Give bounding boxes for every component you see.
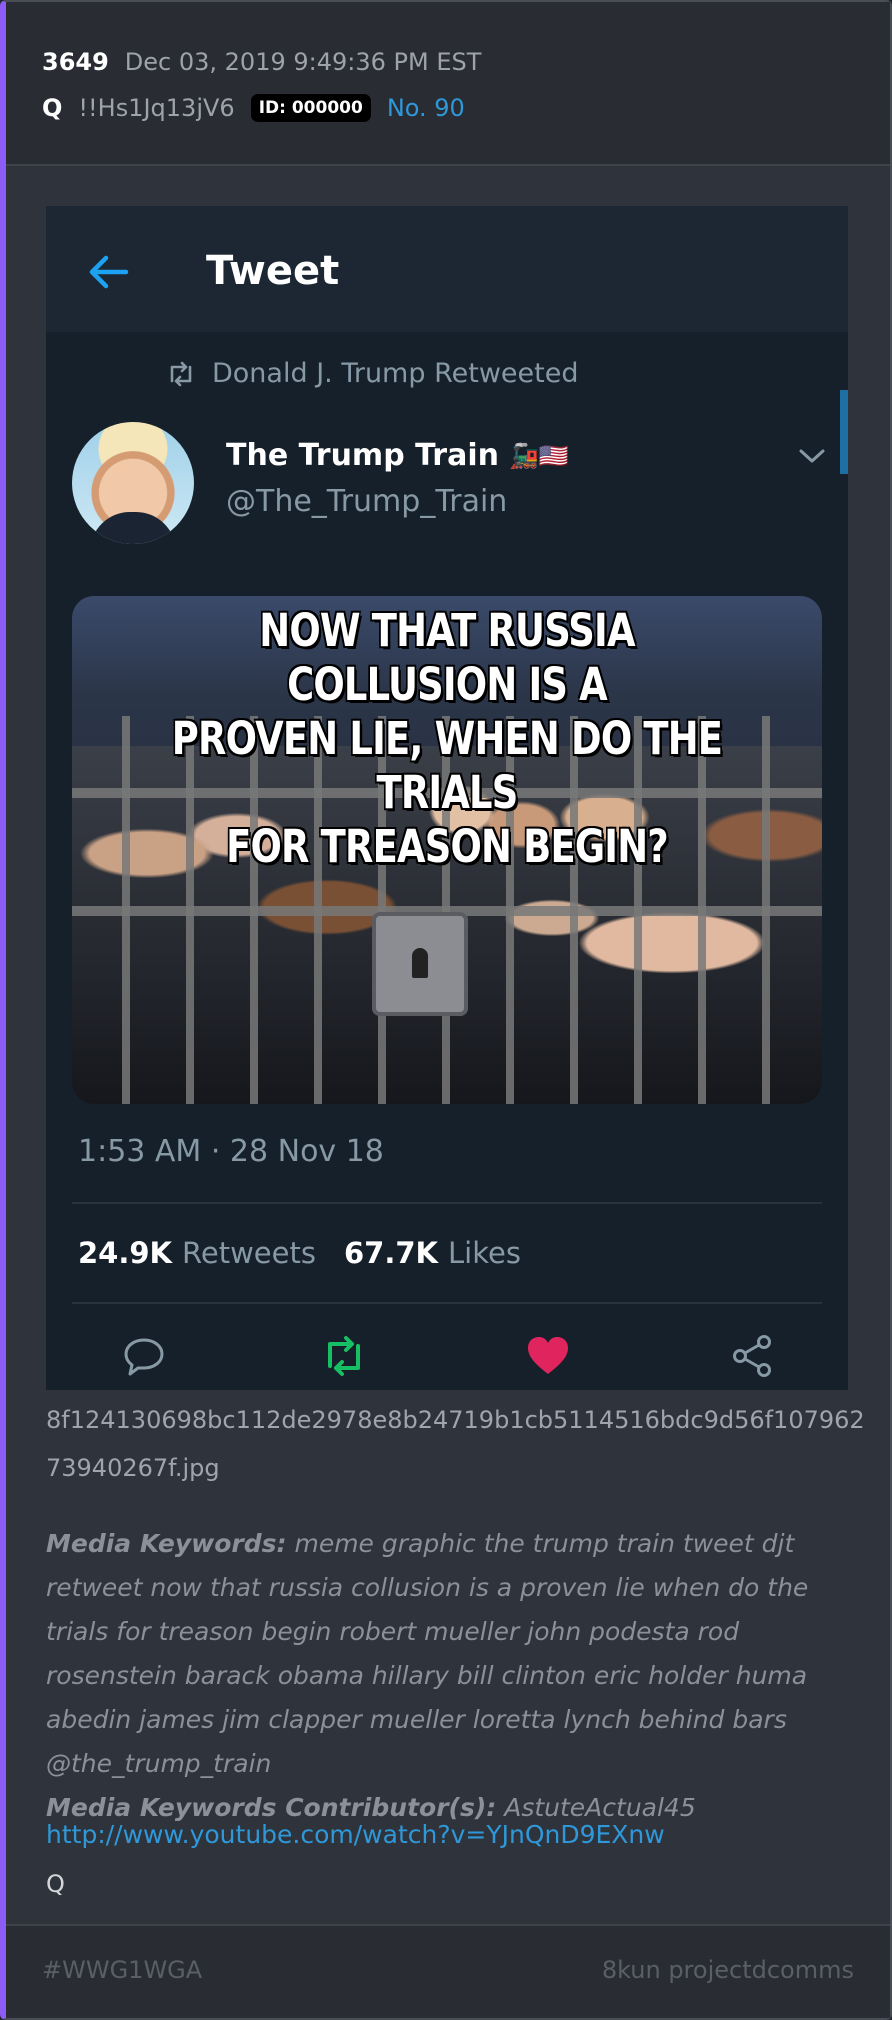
tweet-screenshot[interactable]: Tweet Donald J. Trump Retweeted The Trum… [46, 206, 848, 1390]
tweet-author-name-text: The Trump Train [226, 438, 499, 473]
media-keywords-label: Media Keywords: [46, 1529, 287, 1558]
id-badge: ID: 000000 [250, 94, 371, 122]
padlock-icon [372, 912, 468, 1016]
post-author-row: Q !!Hs1Jq13jV6 ID: 000000 No. 90 [42, 94, 465, 122]
retweets-count[interactable]: 24.9K [78, 1236, 172, 1270]
post-header: 3649 Dec 03, 2019 9:49:36 PM EST Q !!Hs1… [6, 2, 890, 166]
media-keywords-text: meme graphic the trump train tweet djt r… [46, 1529, 809, 1778]
divider [72, 1302, 822, 1304]
divider [72, 1202, 822, 1204]
meme-caption: NOW THAT RUSSIA COLLUSION IS A PROVEN LI… [171, 604, 723, 873]
retweeted-by-label: Donald J. Trump Retweeted [212, 358, 579, 389]
retweets-label[interactable]: Retweets [182, 1236, 316, 1270]
likes-label[interactable]: Likes [448, 1236, 521, 1270]
retweeted-by: Donald J. Trump Retweeted [166, 358, 578, 389]
media-keywords: Media Keywords: meme graphic the trump t… [46, 1522, 866, 1830]
tweet-author-handle[interactable]: @The_Trump_Train [226, 484, 507, 519]
tweet-stats: 24.9K Retweets 67.7K Likes [78, 1236, 549, 1270]
tweet-header-title: Tweet [206, 248, 340, 294]
attachment-filename[interactable]: 8f124130698bc112de2978e8b24719b1cb511451… [46, 1396, 866, 1492]
tweet-author-name[interactable]: The Trump Train 🚂🇺🇸 [226, 438, 569, 473]
post-footer: #WWG1WGA 8kun projectdcomms [6, 1924, 890, 2018]
likes-count[interactable]: 67.7K [344, 1236, 438, 1270]
post-card: 3649 Dec 03, 2019 9:49:36 PM EST Q !!Hs1… [0, 0, 892, 2020]
reply-icon[interactable] [120, 1332, 168, 1380]
retweet-icon[interactable] [320, 1332, 368, 1380]
post-signature: Q [46, 1870, 65, 1898]
scroll-indicator [840, 390, 848, 474]
avatar[interactable] [72, 422, 194, 544]
post-number: 3649 [42, 48, 109, 76]
chevron-down-icon[interactable] [798, 446, 826, 466]
post-tripcode: !!Hs1Jq13jV6 [78, 94, 235, 122]
share-icon[interactable] [728, 1332, 776, 1380]
heart-icon[interactable] [524, 1332, 572, 1380]
retweet-icon [170, 361, 192, 386]
back-arrow-icon[interactable] [86, 250, 130, 294]
tweet-topbar: Tweet [46, 206, 848, 332]
post-meta-row: 3649 Dec 03, 2019 9:49:36 PM EST [42, 48, 481, 76]
train-flag-emoji: 🚂🇺🇸 [508, 441, 569, 470]
contributor-label: Media Keywords Contributor(s): [46, 1793, 497, 1822]
hashtag: #WWG1WGA [42, 1956, 203, 1984]
post-author: Q [42, 94, 63, 122]
post-number-link[interactable]: No. 90 [387, 94, 465, 122]
source-label: 8kun projectdcomms [601, 1956, 854, 1984]
youtube-link[interactable]: http://www.youtube.com/watch?v=YJnQnD9EX… [46, 1820, 665, 1849]
post-date: Dec 03, 2019 9:49:36 PM EST [124, 48, 482, 76]
tweet-timestamp[interactable]: 1:53 AM · 28 Nov 18 [78, 1134, 384, 1169]
contributor-name: AstuteActual45 [504, 1793, 696, 1822]
tweet-image[interactable]: NOW THAT RUSSIA COLLUSION IS A PROVEN LI… [72, 596, 822, 1104]
